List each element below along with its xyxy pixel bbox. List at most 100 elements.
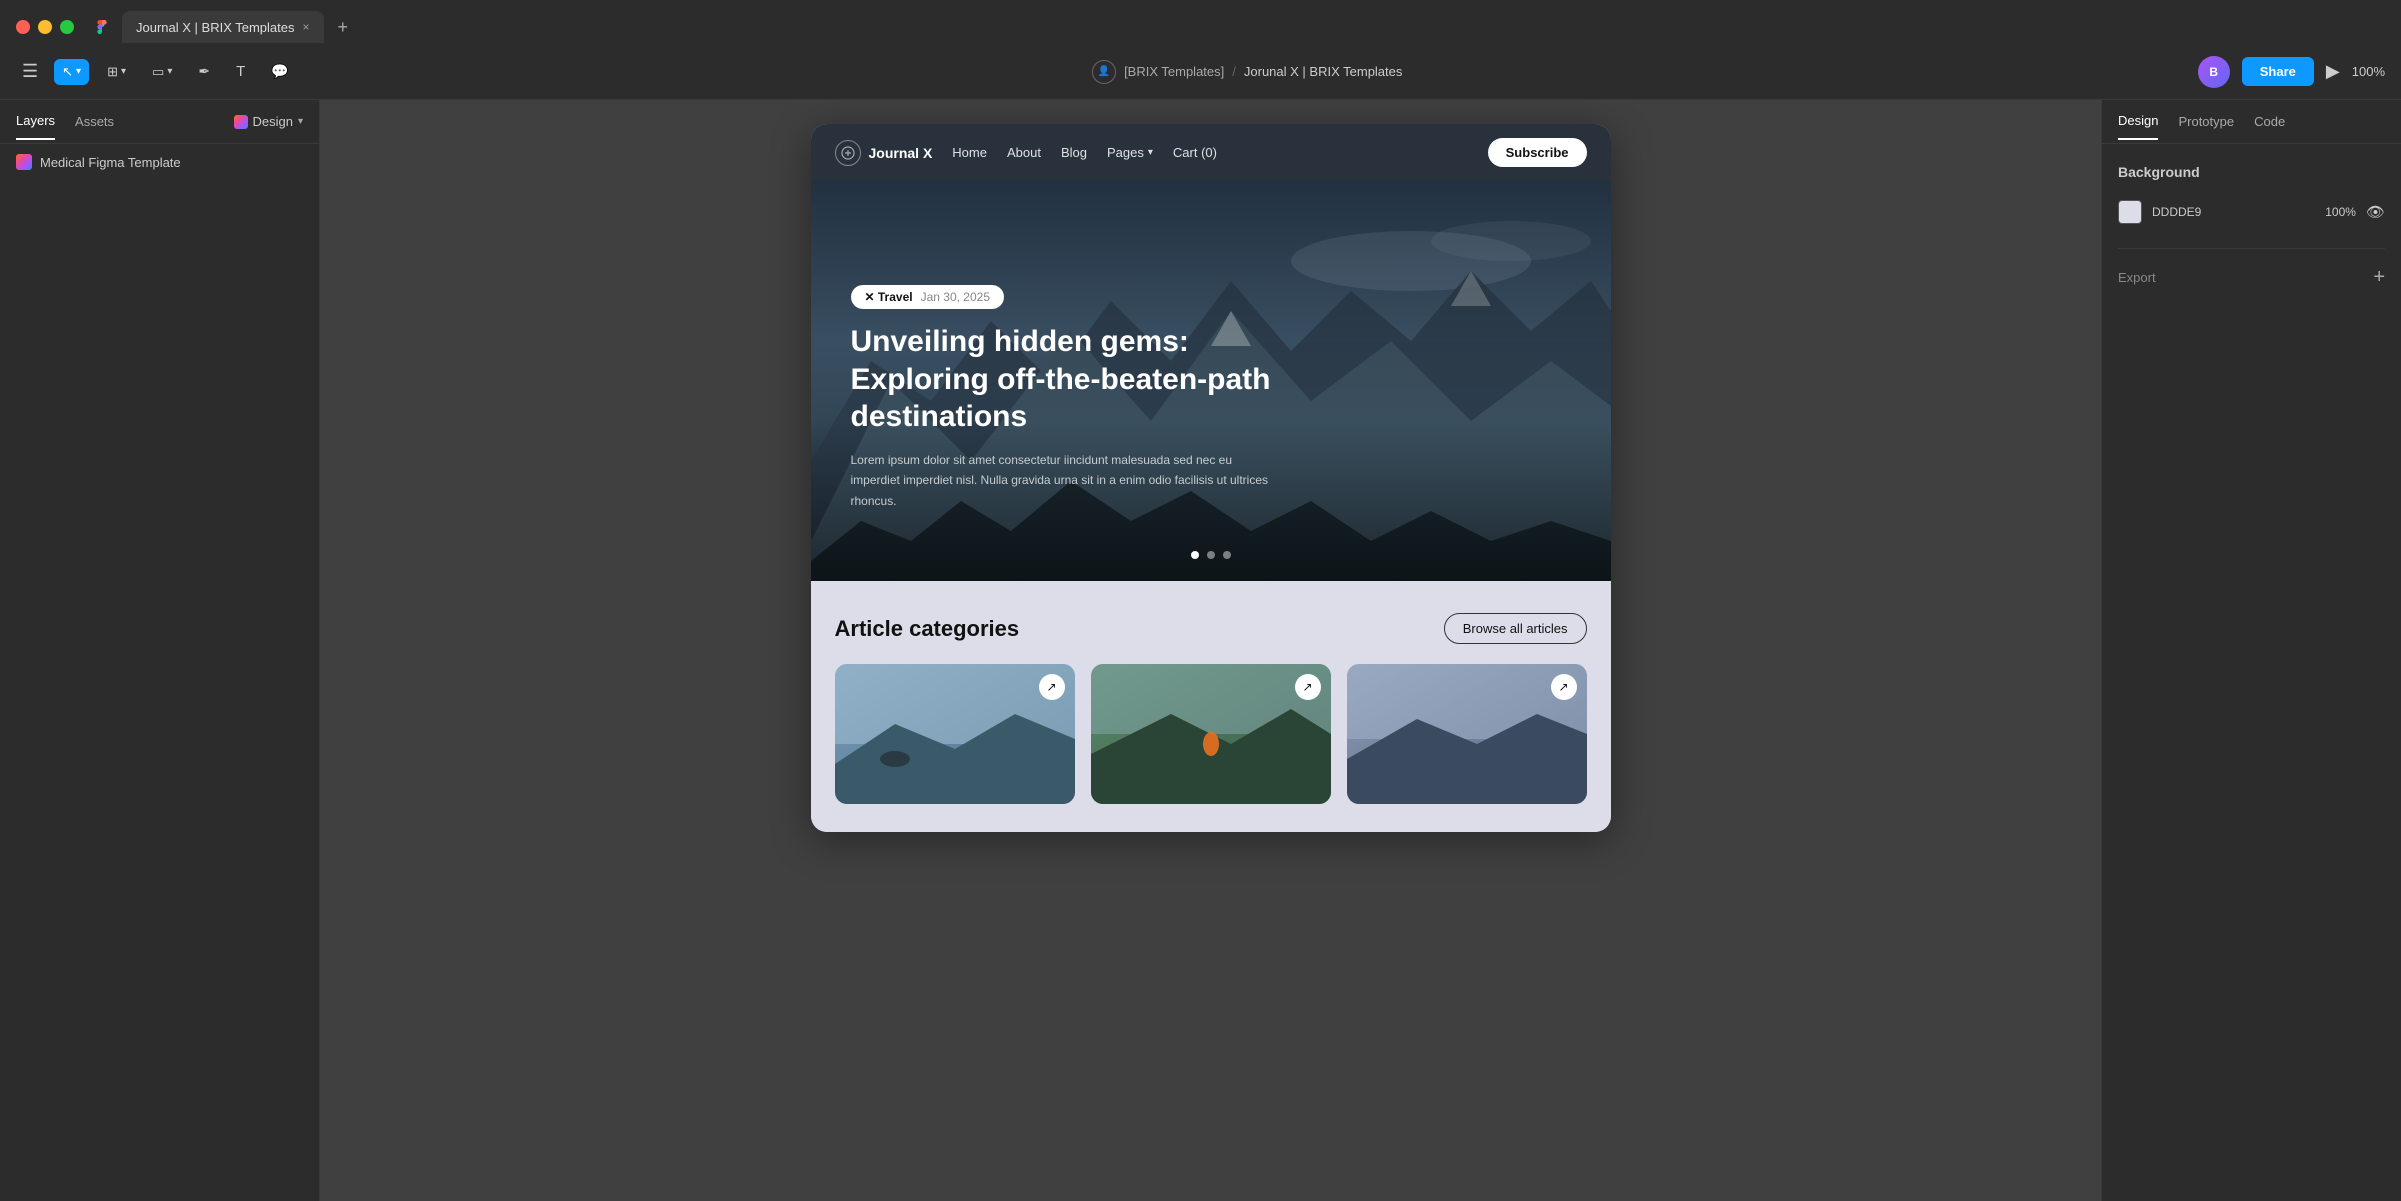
right-tab-prototype[interactable]: Prototype	[2178, 104, 2234, 139]
color-hex-value[interactable]: DDDDE9	[2152, 205, 2315, 219]
figma-toolbar: ☰ ↖ ▾ ⊞ ▾ ▭ ▾ ✒ T 💬 👤 [BR	[0, 44, 2401, 100]
dot-2[interactable]	[1207, 551, 1215, 559]
hero-tag-badge: ✕ Travel Jan 30, 2025	[851, 285, 1005, 309]
articles-title: Article categories	[835, 616, 1020, 642]
hamburger-icon[interactable]: ☰	[16, 57, 44, 86]
card-1-arrow[interactable]: ↗	[1039, 674, 1065, 700]
traffic-light-red[interactable]	[16, 20, 30, 34]
divider-1	[2118, 248, 2385, 249]
right-panel: Design Prototype Code Background DDDDE9 …	[2101, 100, 2401, 1201]
hero-content: ✕ Travel Jan 30, 2025 Unveiling hidden g…	[851, 285, 1571, 511]
nav-pages[interactable]: Pages ▾	[1107, 145, 1153, 160]
tab-title: Journal X | BRIX Templates	[136, 20, 295, 35]
eye-icon[interactable]: 👁	[2366, 203, 2385, 221]
breadcrumb-page: Jorunal X | BRIX Templates	[1244, 64, 1403, 79]
breadcrumb-user: [BRIX Templates]	[1124, 64, 1224, 79]
browser-chrome: Journal X | BRIX Templates × + ☰ ↖ ▾ ⊞ ▾…	[0, 0, 2401, 100]
right-tab-design[interactable]: Design	[2118, 103, 2158, 140]
traffic-light-yellow[interactable]	[38, 20, 52, 34]
article-cards: ↗	[835, 664, 1587, 804]
color-swatch[interactable]	[2118, 200, 2142, 224]
tab-layers[interactable]: Layers	[16, 103, 55, 140]
right-panel-content: Background DDDDE9 100% 👁 Export +	[2102, 144, 2401, 307]
background-section: Background DDDDE9 100% 👁	[2118, 164, 2385, 230]
background-label: Background	[2118, 164, 2385, 180]
layer-name: Medical Figma Template	[40, 155, 181, 170]
hero-section: ✕ Travel Jan 30, 2025 Unveiling hidden g…	[811, 181, 1611, 581]
article-card-1[interactable]: ↗	[835, 664, 1075, 804]
article-card-3[interactable]: ↗	[1347, 664, 1587, 804]
text-tool[interactable]: T	[228, 58, 253, 86]
nav-blog[interactable]: Blog	[1061, 145, 1087, 160]
export-label: Export	[2118, 270, 2156, 285]
share-button[interactable]: Share	[2242, 57, 2314, 86]
background-color-row: DDDDE9 100% 👁	[2118, 194, 2385, 230]
site-logo: Journal X	[835, 140, 933, 166]
frame-dropdown: ▾	[121, 66, 126, 77]
text-icon: T	[236, 63, 245, 80]
select-icon: ↖	[62, 64, 73, 80]
breadcrumb-separator: /	[1232, 64, 1236, 79]
tab-close-icon[interactable]: ×	[303, 20, 310, 34]
tab-assets[interactable]: Assets	[75, 104, 114, 139]
site-nav: Home About Blog Pages ▾ Cart (0)	[952, 145, 1467, 160]
select-dropdown-icon: ▾	[76, 66, 81, 77]
export-add-button[interactable]: +	[2373, 267, 2385, 287]
logo-text: Journal X	[869, 145, 933, 161]
traffic-lights	[16, 20, 74, 34]
user-avatar: B	[2198, 56, 2230, 88]
dot-3[interactable]	[1223, 551, 1231, 559]
export-section: Export +	[2118, 267, 2385, 287]
card-3-arrow[interactable]: ↗	[1551, 674, 1577, 700]
hero-description: Lorem ipsum dolor sit amet consectetur i…	[851, 450, 1271, 511]
layer-item[interactable]: Medical Figma Template	[0, 144, 319, 180]
toolbar-right: B Share ▶ 100%	[2198, 56, 2385, 88]
left-panel-tabs: Layers Assets Design ▾	[0, 100, 319, 144]
design-badge-label: Design	[253, 114, 293, 129]
site-navbar: Journal X Home About Blog Pages ▾ Cart (…	[811, 124, 1611, 181]
design-badge[interactable]: Design ▾	[234, 114, 304, 129]
frame-tool[interactable]: ⊞ ▾	[99, 59, 134, 85]
dot-1[interactable]	[1191, 551, 1199, 559]
tab-bar: Journal X | BRIX Templates × +	[0, 0, 2401, 44]
shape-dropdown: ▾	[167, 66, 172, 77]
design-badge-icon	[234, 115, 248, 129]
hero-tag-text: ✕ Travel	[865, 290, 913, 304]
article-card-2[interactable]: ↗	[1091, 664, 1331, 804]
traffic-light-green[interactable]	[60, 20, 74, 34]
comment-tool[interactable]: 💬	[263, 58, 296, 86]
nav-home[interactable]: Home	[952, 145, 987, 160]
hero-date: Jan 30, 2025	[921, 290, 990, 304]
new-tab-button[interactable]: +	[334, 17, 353, 38]
figma-app-icon	[92, 17, 112, 37]
breadcrumb-area: 👤 [BRIX Templates] / Jorunal X | BRIX Te…	[307, 60, 2188, 84]
color-opacity-value[interactable]: 100%	[2325, 205, 2356, 219]
pen-icon: ✒	[198, 63, 210, 79]
play-icon[interactable]: ▶	[2326, 61, 2340, 82]
card-2-arrow[interactable]: ↗	[1295, 674, 1321, 700]
hero-title: Unveiling hidden gems: Exploring off-the…	[851, 323, 1311, 436]
design-frame: Journal X Home About Blog Pages ▾ Cart (…	[811, 124, 1611, 832]
hero-pagination-dots	[1191, 551, 1231, 559]
main-layout: Layers Assets Design ▾ Medical Figma Tem…	[0, 100, 2401, 1201]
user-icon: 👤	[1092, 60, 1116, 84]
articles-section: Article categories Browse all articles	[811, 581, 1611, 832]
comment-icon: 💬	[271, 63, 288, 79]
subscribe-button[interactable]: Subscribe	[1488, 138, 1587, 167]
articles-header: Article categories Browse all articles	[835, 613, 1587, 644]
pen-tool[interactable]: ✒	[190, 58, 218, 86]
shape-icon: ▭	[152, 64, 164, 80]
logo-icon	[835, 140, 861, 166]
select-tool[interactable]: ↖ ▾	[54, 59, 89, 85]
nav-cart[interactable]: Cart (0)	[1173, 145, 1217, 160]
active-tab[interactable]: Journal X | BRIX Templates ×	[122, 11, 324, 43]
layer-figma-icon	[16, 154, 32, 170]
browse-all-button[interactable]: Browse all articles	[1444, 613, 1587, 644]
right-tab-code[interactable]: Code	[2254, 104, 2285, 139]
zoom-level[interactable]: 100%	[2352, 64, 2385, 79]
shape-tool[interactable]: ▭ ▾	[144, 59, 180, 85]
left-panel: Layers Assets Design ▾ Medical Figma Tem…	[0, 100, 320, 1201]
nav-about[interactable]: About	[1007, 145, 1041, 160]
design-chevron-icon: ▾	[298, 116, 303, 127]
frame-icon: ⊞	[107, 64, 118, 80]
